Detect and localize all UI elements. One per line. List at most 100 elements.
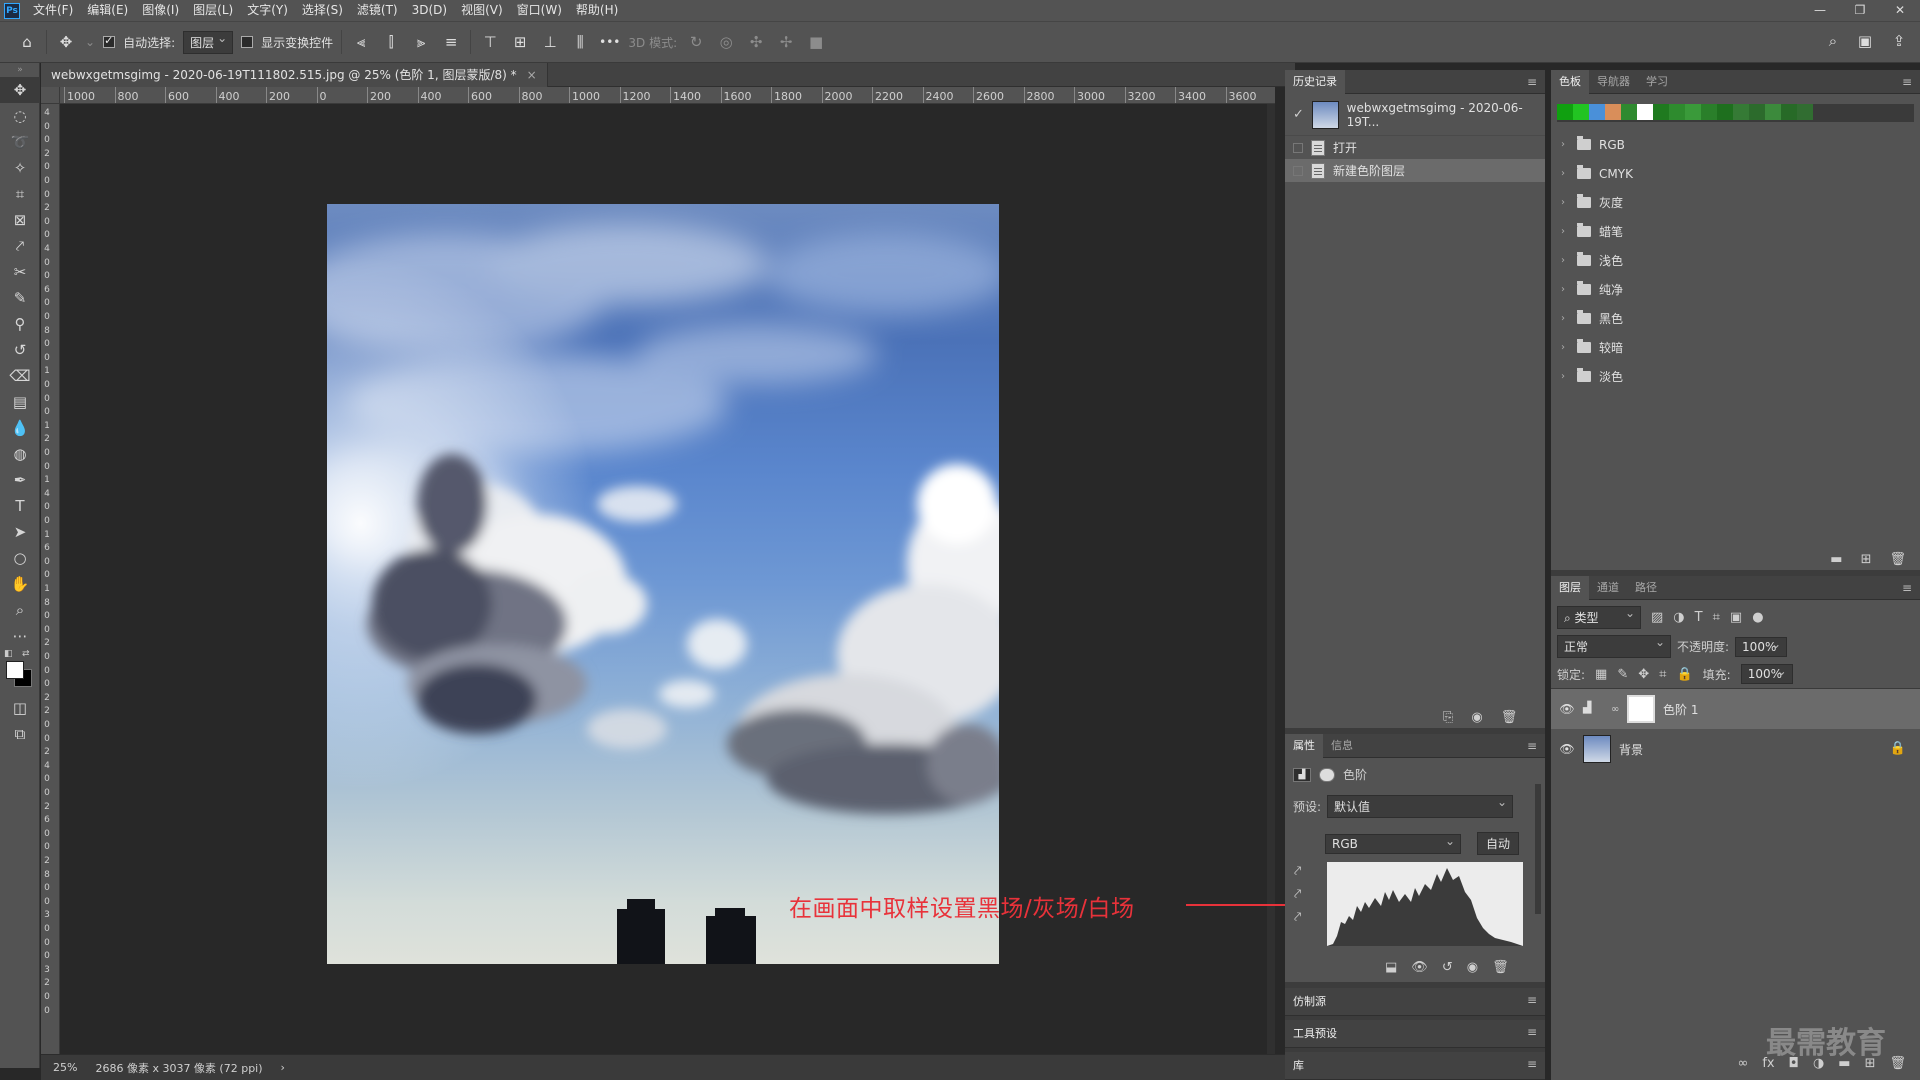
tab-swatches[interactable]: 色板 (1551, 69, 1589, 94)
panel-menu-icon[interactable]: ≡ (1527, 1025, 1537, 1039)
trash-icon[interactable]: 🗑 (1501, 710, 1518, 725)
path-selection-tool[interactable]: ➤ (0, 519, 40, 545)
lock-transparent-icon[interactable]: ▦ (1595, 667, 1607, 682)
levels-icon[interactable]: ▟ (1293, 767, 1311, 782)
pen-tool[interactable]: ✒ (0, 467, 40, 493)
filter-adjustment-icon[interactable]: ◑ (1673, 610, 1684, 625)
history-item-open[interactable]: 打开 (1285, 136, 1545, 159)
slide-3d-icon[interactable]: ✢ (775, 33, 797, 51)
tab-info[interactable]: 信息 (1323, 734, 1361, 758)
gray-point-eyedropper-icon[interactable]: ⤤ (1294, 887, 1301, 902)
ellipse-tool[interactable]: ○ (0, 545, 40, 571)
gradient-tool[interactable]: ▤ (0, 389, 40, 415)
tab-channels[interactable]: 通道 (1589, 576, 1627, 600)
menu-edit[interactable]: 编辑(E) (80, 0, 135, 21)
clone-stamp-tool[interactable]: ⚲ (0, 311, 40, 337)
eye-icon[interactable]: 👁 (1559, 702, 1575, 716)
filter-toggle-icon[interactable]: ● (1752, 610, 1763, 625)
video-camera-icon[interactable]: ■ (805, 33, 827, 51)
camera-icon[interactable]: ◉ (1471, 710, 1482, 725)
history-brush-tool[interactable]: ↺ (0, 337, 40, 363)
color-swatch[interactable] (1621, 104, 1637, 120)
panel-menu-icon[interactable]: ≡ (1527, 1057, 1537, 1071)
move-tool-icon[interactable]: ✥ (55, 33, 77, 51)
menu-filter[interactable]: 滤镜(T) (350, 0, 405, 21)
auto-button[interactable]: 自动 (1477, 832, 1520, 855)
align-middle-icon[interactable]: ⊞ (509, 33, 531, 51)
clone-source-panel[interactable]: 仿制源 ≡ (1285, 988, 1545, 1016)
lock-position-icon[interactable]: ✥ (1638, 667, 1649, 682)
search-icon[interactable]: ⌕ (1822, 32, 1844, 50)
tab-tool-presets[interactable]: 工具预设 (1285, 1021, 1345, 1046)
color-swatch[interactable] (1637, 104, 1653, 120)
swatch-group-rgb[interactable]: › RGB (1551, 130, 1920, 159)
properties-scrollbar[interactable] (1535, 784, 1541, 914)
opacity-input[interactable]: 100% (1735, 636, 1788, 657)
color-swatch[interactable] (1589, 104, 1605, 120)
color-swatch[interactable] (1765, 104, 1781, 120)
healing-brush-tool[interactable]: ✂ (0, 259, 40, 285)
black-point-eyedropper-icon[interactable]: ⤤ (1294, 864, 1301, 879)
panel-menu-icon[interactable]: ≡ (1527, 739, 1537, 753)
libraries-panel[interactable]: 库 ≡ (1285, 1052, 1545, 1080)
trash-icon[interactable]: 🗑 (1492, 960, 1509, 975)
color-swatch[interactable] (1781, 104, 1797, 120)
preset-dropdown[interactable]: 默认值 (1327, 795, 1514, 818)
lock-pixels-icon[interactable]: ✎ (1617, 667, 1628, 682)
more-options-button[interactable]: ••• (599, 35, 620, 49)
panel-menu-icon[interactable]: ≡ (1902, 581, 1912, 595)
filter-pixel-icon[interactable]: ▨ (1651, 610, 1663, 625)
menu-layer[interactable]: 图层(L) (186, 0, 240, 21)
history-item-new-levels-layer[interactable]: 新建色阶图层 (1285, 159, 1545, 182)
color-swatch[interactable] (1605, 104, 1621, 120)
color-swatch[interactable] (1653, 104, 1669, 120)
swatch-group-light[interactable]: › 浅色 (1551, 246, 1920, 275)
swatch-group-dark[interactable]: › 黑色 (1551, 304, 1920, 333)
color-swatch[interactable] (1733, 104, 1749, 120)
align-top-icon[interactable]: ⊤ (479, 33, 501, 51)
menu-type[interactable]: 文字(Y) (240, 0, 295, 21)
menu-window[interactable]: 窗口(W) (510, 0, 569, 21)
swatch-group-darker[interactable]: › 较暗 (1551, 333, 1920, 362)
close-tab-icon[interactable]: × (527, 68, 537, 82)
panel-menu-icon[interactable]: ≡ (1527, 75, 1537, 89)
swatch-group-pastel[interactable]: › 蜡笔 (1551, 217, 1920, 246)
blend-mode-dropdown[interactable]: 正常 (1557, 635, 1671, 658)
more-tools-icon[interactable]: ⋯ (0, 623, 40, 649)
channel-dropdown[interactable]: RGB (1325, 833, 1461, 854)
new-group-folder-icon[interactable]: ▬ (1830, 552, 1842, 567)
hand-tool[interactable]: ✋ (0, 571, 40, 597)
type-tool[interactable]: T (0, 493, 40, 519)
tab-libraries[interactable]: 库 (1285, 1053, 1312, 1078)
swatch-group-grayscale[interactable]: › 灰度 (1551, 188, 1920, 217)
orbit-3d-icon[interactable]: ↻ (685, 33, 707, 51)
quick-mask-icon[interactable]: ◫ (0, 695, 40, 721)
swap-colors-icon[interactable]: ⇄ (22, 649, 30, 659)
move-tool[interactable]: ✥ (0, 77, 40, 103)
show-transform-checkbox[interactable] (241, 36, 254, 48)
frame-tool[interactable]: ⊠ (0, 207, 40, 233)
expand-icon[interactable]: » (0, 63, 40, 77)
auto-select-dropdown[interactable]: 图层 (183, 30, 234, 54)
trash-icon[interactable]: 🗑 (1889, 1056, 1906, 1071)
menu-view[interactable]: 视图(V) (454, 0, 510, 21)
align-bottom-icon[interactable]: ⊥ (539, 33, 561, 51)
filter-type-icon[interactable]: T (1695, 610, 1703, 625)
document-image[interactable] (327, 204, 999, 964)
document-tab[interactable]: webwxgetmsgimg - 2020-06-19T111802.515.j… (41, 63, 548, 87)
layer-filter-dropdown[interactable]: ⌕ 类型 (1557, 606, 1641, 629)
panel-menu-icon[interactable]: ≡ (1527, 993, 1537, 1007)
fill-input[interactable]: 100% (1740, 664, 1793, 684)
distribute-icon[interactable]: ≡ (440, 33, 462, 51)
tab-history[interactable]: 历史记录 (1285, 69, 1345, 94)
link-layers-icon[interactable]: ∞ (1738, 1056, 1749, 1071)
color-swatch[interactable] (1749, 104, 1765, 120)
eye-icon[interactable]: 👁 (1559, 742, 1575, 756)
workspace-icon[interactable]: ▣ (1854, 32, 1876, 50)
tab-paths[interactable]: 路径 (1627, 576, 1665, 600)
foreground-color-swatch[interactable] (6, 661, 24, 679)
crop-tool[interactable]: ⌗ (0, 181, 40, 207)
color-swatch[interactable] (1717, 104, 1733, 120)
vertical-scrollbar[interactable] (1267, 104, 1275, 1054)
menu-3d[interactable]: 3D(D) (405, 0, 454, 21)
